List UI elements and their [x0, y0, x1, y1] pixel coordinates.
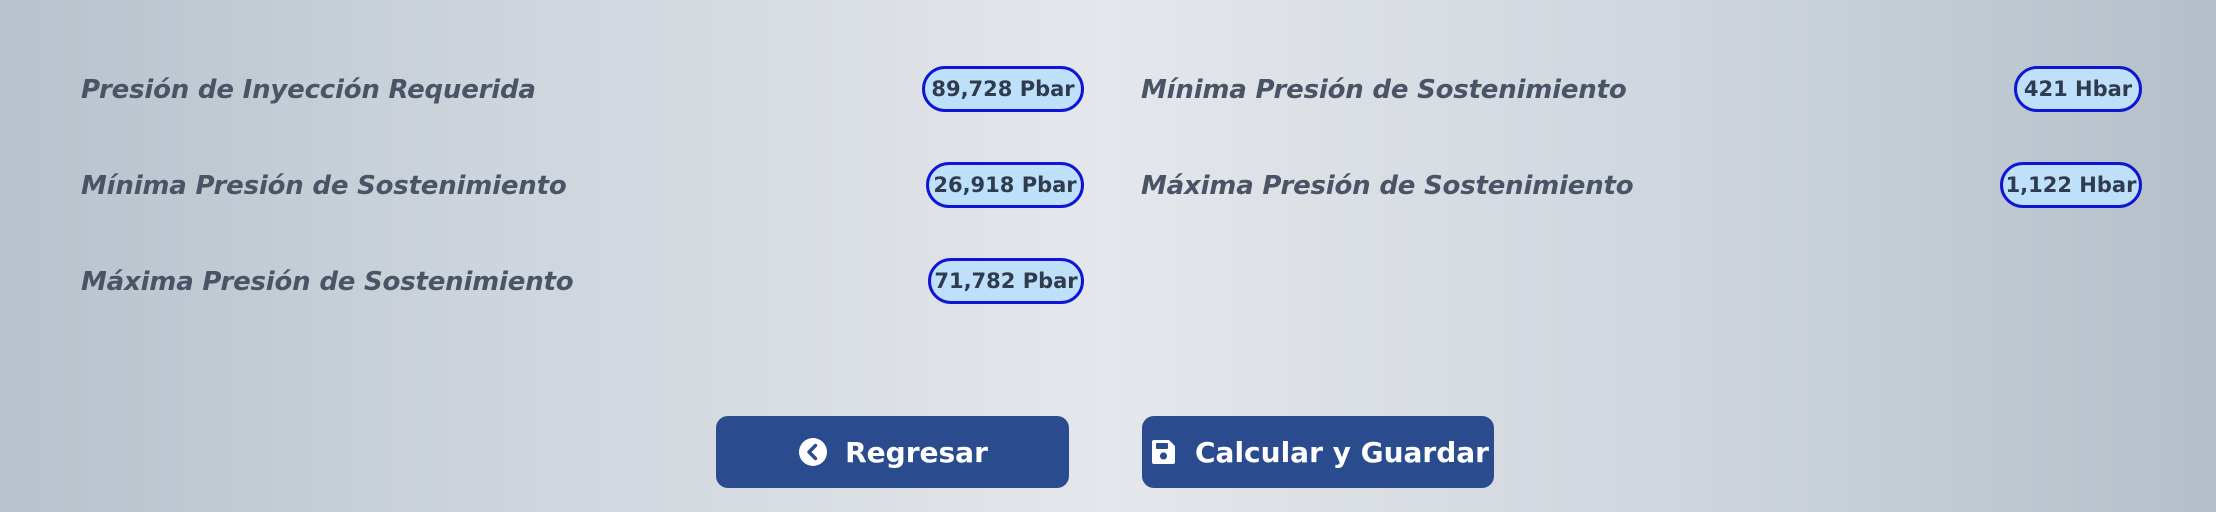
- back-button-label: Regresar: [845, 435, 988, 469]
- injection-pressure-value: 89,728 Pbar: [922, 66, 1084, 112]
- back-button[interactable]: Regresar: [716, 416, 1069, 488]
- max-sustain-pressure-hbar-label: Máxima Presión de Sostenimiento: [1141, 171, 1634, 201]
- calculate-save-button[interactable]: Calcular y Guardar: [1142, 416, 1494, 488]
- floppy-disk-icon: [1147, 436, 1179, 468]
- max-sustain-pressure-pbar-value: 71,782 Pbar: [928, 258, 1084, 304]
- calculate-save-button-label: Calcular y Guardar: [1195, 435, 1489, 469]
- chevron-left-circle-icon: [797, 436, 829, 468]
- min-sustain-pressure-pbar-value: 26,918 Pbar: [926, 162, 1084, 208]
- min-sustain-pressure-pbar-label: Mínima Presión de Sostenimiento: [81, 171, 567, 201]
- min-sustain-pressure-hbar-value: 421 Hbar: [2014, 66, 2142, 112]
- max-sustain-pressure-pbar-label: Máxima Presión de Sostenimiento: [81, 267, 574, 297]
- injection-pressure-label: Presión de Inyección Requerida: [81, 75, 536, 105]
- min-sustain-pressure-hbar-label: Mínima Presión de Sostenimiento: [1141, 75, 1627, 105]
- max-sustain-pressure-hbar-value: 1,122 Hbar: [2000, 162, 2142, 208]
